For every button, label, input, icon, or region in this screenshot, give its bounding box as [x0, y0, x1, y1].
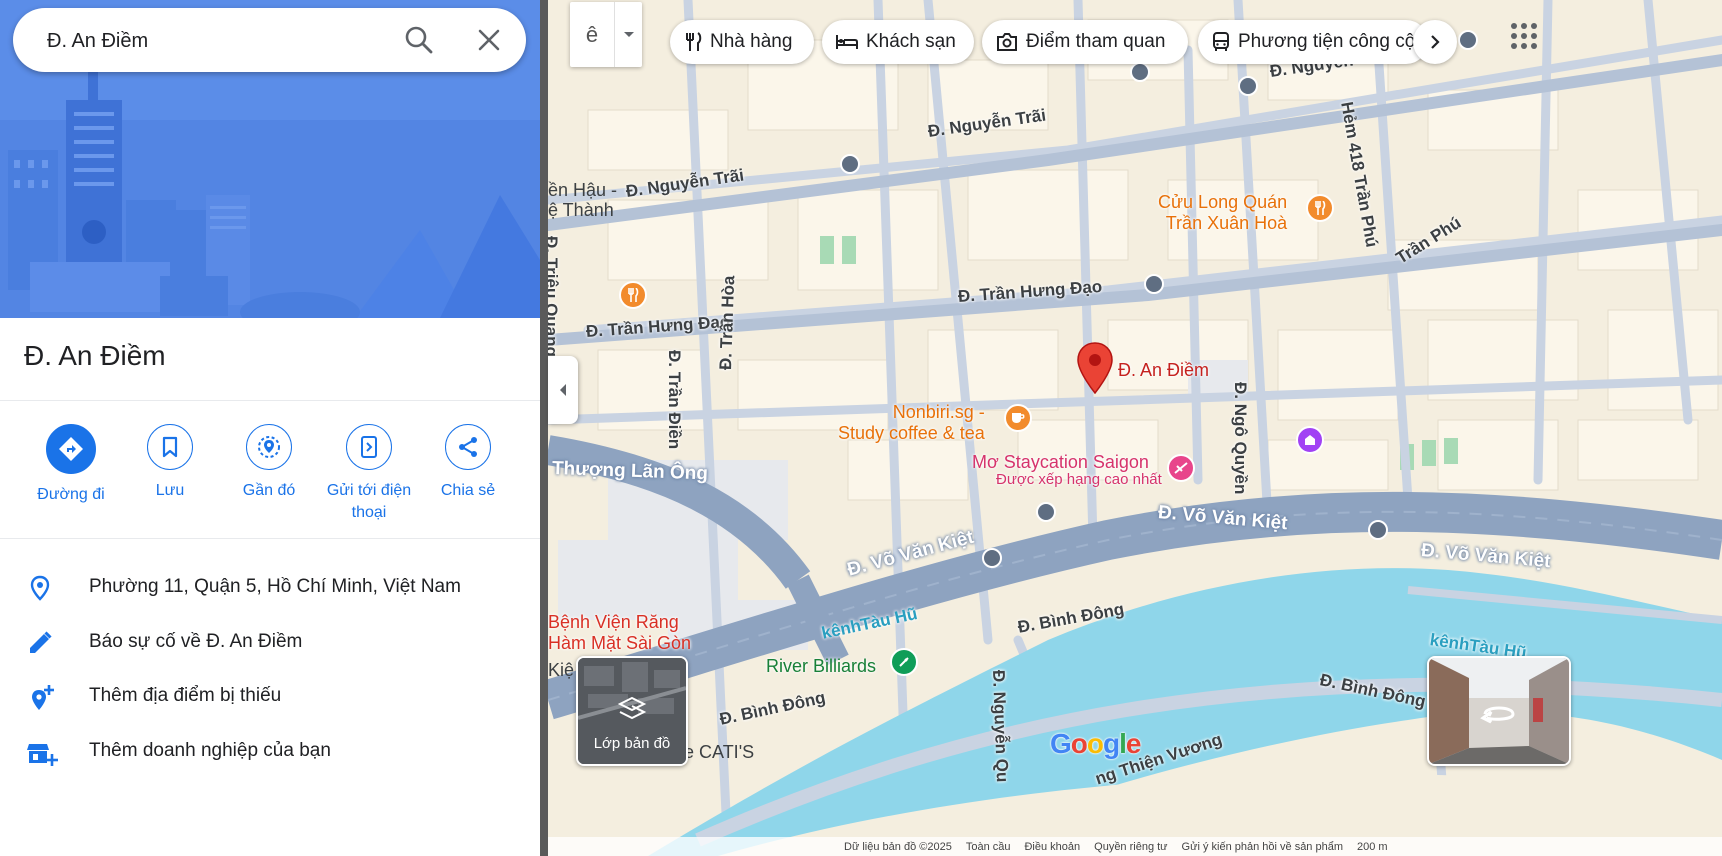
bus-stop-icon[interactable] [840, 154, 860, 174]
poi-mo-staycation[interactable]: Mơ Staycation Saigon [972, 452, 1149, 473]
share-label: Chia sẻ [440, 482, 496, 499]
bus-stop-icon[interactable] [1238, 76, 1258, 96]
selected-location-pin-icon[interactable] [1076, 342, 1114, 395]
poi-rating-badge: Được xếp hạng cao nhất [996, 471, 1162, 488]
chip-attractions[interactable]: Điểm tham quan [982, 20, 1188, 64]
search-input[interactable] [45, 26, 389, 56]
chip-label: Nhà hàng [710, 31, 793, 52]
send-to-phone-button[interactable]: Gửi tới điện thoại [324, 424, 414, 524]
bus-stop-icon[interactable] [1130, 62, 1150, 82]
map-type-toggle: ê [570, 2, 642, 67]
street-label: Đ. Nguyễn Qu [989, 669, 1012, 783]
attribution-text: Dữ liệu bản đồ ©2025 [844, 840, 952, 853]
panel-scrollbar[interactable] [540, 0, 548, 856]
layers-button[interactable]: Lớp bản đồ [576, 656, 688, 766]
directions-icon [46, 424, 96, 474]
chip-hotels[interactable]: Khách sạn [822, 20, 974, 64]
restaurant-icon [686, 32, 702, 51]
chevron-left-icon [560, 384, 566, 396]
billiards-pin-icon[interactable] [890, 648, 918, 676]
add-business-icon [26, 738, 58, 766]
google-logo: Google [1050, 728, 1141, 759]
chip-label: Điểm tham quan [1026, 31, 1166, 52]
bus-stop-icon[interactable] [1036, 502, 1056, 522]
chevron-right-icon[interactable] [1413, 20, 1457, 64]
side-panel: Đ. An Điềm Đường đi Lưu Gần đó Gửi tới đ… [0, 0, 540, 856]
add-missing-place-text: Thêm địa điểm bị thiếu [89, 685, 282, 706]
bookmark-icon [147, 424, 193, 470]
poi-benh-vien[interactable]: Bệnh Viện Răng Hàm Mặt Sài Gòn [548, 612, 691, 654]
attribution-link[interactable]: Toàn cầu [966, 841, 1011, 853]
share-icon [445, 424, 491, 470]
camera-icon [997, 33, 1017, 51]
address-text: Phường 11, Quận 5, Hồ Chí Minh, Việt Nam [89, 576, 461, 597]
report-issue-row[interactable]: Báo sự cố về Đ. An Điềm [0, 615, 540, 669]
add-location-icon [26, 683, 54, 711]
google-apps-icon[interactable] [1510, 22, 1538, 50]
area-label: ệ Thành [548, 200, 614, 220]
street-label: Đ. Triệu Quang [548, 236, 561, 357]
directions-button[interactable]: Đường đi [26, 424, 116, 506]
map-attribution-bar: Dữ liệu bản đồ ©2025 Toàn cầu Điều khoản… [548, 837, 1722, 856]
poi-cuu-long-quan[interactable]: Cửu Long Quán Trần Xuân Hoà [1158, 192, 1287, 234]
pencil-icon [26, 629, 54, 657]
scale-label[interactable]: 200 m [1357, 841, 1388, 853]
attribution-link[interactable]: Điều khoản [1024, 841, 1080, 853]
bus-stop-icon[interactable] [1368, 520, 1388, 540]
chip-transit[interactable]: Phương tiện công cộng [1198, 20, 1428, 64]
restaurant-pin-icon[interactable] [1306, 194, 1334, 222]
street-label: Đ. Ngô Quyền [1231, 382, 1250, 495]
hotel-pin-icon[interactable] [1167, 454, 1195, 482]
save-label: Lưu [155, 482, 185, 499]
chip-label: Phương tiện công cộng [1238, 31, 1428, 52]
bus-stop-icon[interactable] [982, 548, 1002, 568]
nearby-button[interactable]: Gần đó [224, 424, 314, 502]
street-view-button[interactable] [1427, 656, 1571, 766]
close-icon[interactable] [473, 24, 505, 56]
hotel-icon [836, 35, 858, 49]
divider [0, 538, 540, 539]
bus-stop-icon[interactable] [1458, 30, 1478, 50]
attribution-link[interactable]: Gửi ý kiến phản hồi về sản phẩm [1182, 841, 1343, 853]
map-canvas[interactable]: Đ. Nguyễn Trãi Đ. Nguyễn Trãi Đ. Nguyễn … [548, 0, 1722, 856]
share-button[interactable]: Chia sẻ [423, 424, 513, 502]
add-missing-place-row[interactable]: Thêm địa điểm bị thiếu [0, 669, 540, 723]
address-row[interactable]: Phường 11, Quận 5, Hồ Chí Minh, Việt Nam [0, 560, 540, 614]
map-type-button[interactable]: ê [570, 2, 615, 67]
report-issue-text: Báo sự cố về Đ. An Điềm [89, 631, 303, 652]
cafe-pin-icon[interactable] [1004, 404, 1032, 432]
layers-label: Lớp bản đồ [593, 735, 671, 752]
add-business-row[interactable]: Thêm doanh nghiệp của bạn [0, 724, 540, 778]
search-box [13, 8, 526, 72]
selected-location-label[interactable]: Đ. An Điềm [1118, 360, 1209, 381]
restaurant-pin-icon[interactable] [619, 281, 647, 309]
bus-stop-icon[interactable] [1144, 274, 1164, 294]
nearby-label: Gần đó [242, 482, 296, 499]
add-business-text: Thêm doanh nghiệp của bạn [89, 740, 331, 761]
street-label: Đ. Trần Điền [665, 350, 684, 450]
landmark-pin-icon[interactable] [1296, 426, 1324, 454]
street-view-thumbnail [1429, 658, 1569, 764]
bus-icon [1213, 32, 1229, 51]
poi-river-billiards[interactable]: River Billiards [766, 656, 876, 677]
street-label: Đ. Trần Hòa [716, 275, 739, 371]
location-pin-icon [26, 574, 54, 602]
poi-nonbiri[interactable]: Nonbiri.sg - Study coffee & tea [838, 402, 985, 444]
nearby-icon [246, 424, 292, 470]
save-button[interactable]: Lưu [125, 424, 215, 502]
directions-label: Đường đi [37, 486, 105, 503]
place-title: Đ. An Điềm [24, 340, 166, 371]
chip-label: Khách sạn [866, 31, 956, 52]
divider [0, 400, 540, 401]
area-label: Kiệ [548, 660, 575, 680]
send-to-phone-icon [346, 424, 392, 470]
search-icon[interactable] [403, 24, 435, 56]
send-to-phone-label: Gửi tới điện thoại [326, 482, 412, 521]
chevron-down-icon[interactable] [615, 2, 642, 67]
chip-restaurants[interactable]: Nhà hàng [670, 20, 814, 64]
area-label: ền Hậu - [548, 180, 618, 200]
attribution-link[interactable]: Quyền riêng tư [1094, 841, 1167, 853]
collapse-panel-button[interactable] [548, 356, 578, 424]
place-hero-illustration [0, 0, 540, 318]
